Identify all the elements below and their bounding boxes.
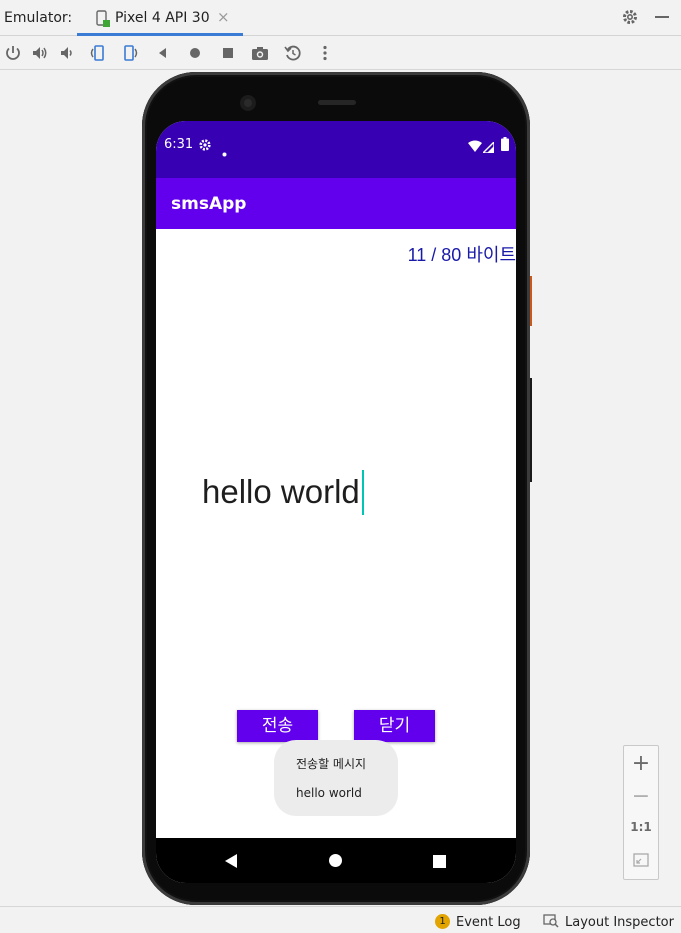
message-input[interactable]: hello world — [202, 473, 360, 511]
settings-notification-icon — [198, 137, 212, 156]
device-tab-label: Pixel 4 API 30 — [115, 10, 210, 26]
home-icon[interactable] — [186, 44, 204, 62]
layout-inspector-button[interactable]: Layout Inspector — [565, 915, 674, 930]
volume-down-icon[interactable] — [59, 44, 77, 62]
power-icon[interactable] — [4, 44, 22, 62]
android-nav-bar — [156, 838, 516, 883]
front-camera-icon — [240, 95, 356, 111]
app-title: smsApp — [171, 194, 247, 214]
minimize-icon[interactable] — [654, 8, 670, 30]
ide-status-bar: 1 Event Log Layout Inspector — [0, 906, 681, 933]
signal-icon — [481, 138, 495, 157]
rotate-left-icon[interactable] — [88, 44, 106, 62]
notification-dot-icon — [222, 142, 227, 161]
gear-icon[interactable] — [621, 8, 639, 30]
nav-overview-icon[interactable] — [433, 853, 446, 872]
device-screen[interactable]: 6:31 smsApp 11 / 80 바이트 hello world 전송 닫… — [156, 121, 516, 883]
device-icon — [95, 10, 111, 32]
emulator-label: Emulator: — [4, 10, 73, 26]
android-status-bar: 6:31 — [156, 121, 516, 178]
toast-body: hello world — [296, 786, 362, 800]
emulator-toolbar — [0, 36, 681, 70]
toast-title: 전송할 메시지 — [296, 757, 367, 771]
nav-back-icon[interactable] — [224, 853, 238, 872]
wifi-icon — [468, 137, 482, 156]
battery-icon — [501, 136, 509, 155]
zoom-panel: + − 1:1 — [623, 745, 659, 880]
nav-home-icon[interactable] — [328, 853, 343, 872]
event-log-button[interactable]: Event Log — [456, 915, 521, 930]
toast-message: 전송할 메시지 hello world — [274, 740, 398, 816]
zoom-out-button[interactable]: − — [624, 784, 658, 809]
app-bar: smsApp — [156, 178, 516, 229]
event-log-badge: 1 — [435, 914, 450, 929]
tab-close-icon[interactable]: × — [217, 8, 230, 26]
layout-inspector-icon — [543, 913, 559, 932]
back-icon[interactable] — [154, 44, 172, 62]
device-tab[interactable]: Pixel 4 API 30 × — [77, 0, 243, 36]
rotate-right-icon[interactable] — [120, 44, 138, 62]
overview-icon[interactable] — [219, 44, 237, 62]
actual-size-button[interactable]: 1:1 — [624, 820, 658, 834]
emulator-header: Emulator: Pixel 4 API 30 × — [0, 0, 681, 36]
send-button[interactable]: 전송 — [237, 710, 318, 742]
text-cursor — [362, 470, 364, 515]
status-time: 6:31 — [164, 137, 194, 152]
snapshot-icon[interactable] — [283, 44, 301, 62]
zoom-in-button[interactable]: + — [624, 751, 658, 776]
byte-counter: 11 / 80 바이트 — [407, 245, 516, 265]
screenshot-icon[interactable] — [250, 44, 268, 62]
more-icon[interactable] — [316, 44, 334, 62]
close-button[interactable]: 닫기 — [354, 710, 435, 742]
volume-up-icon[interactable] — [31, 44, 49, 62]
fit-screen-icon[interactable] — [633, 852, 649, 871]
